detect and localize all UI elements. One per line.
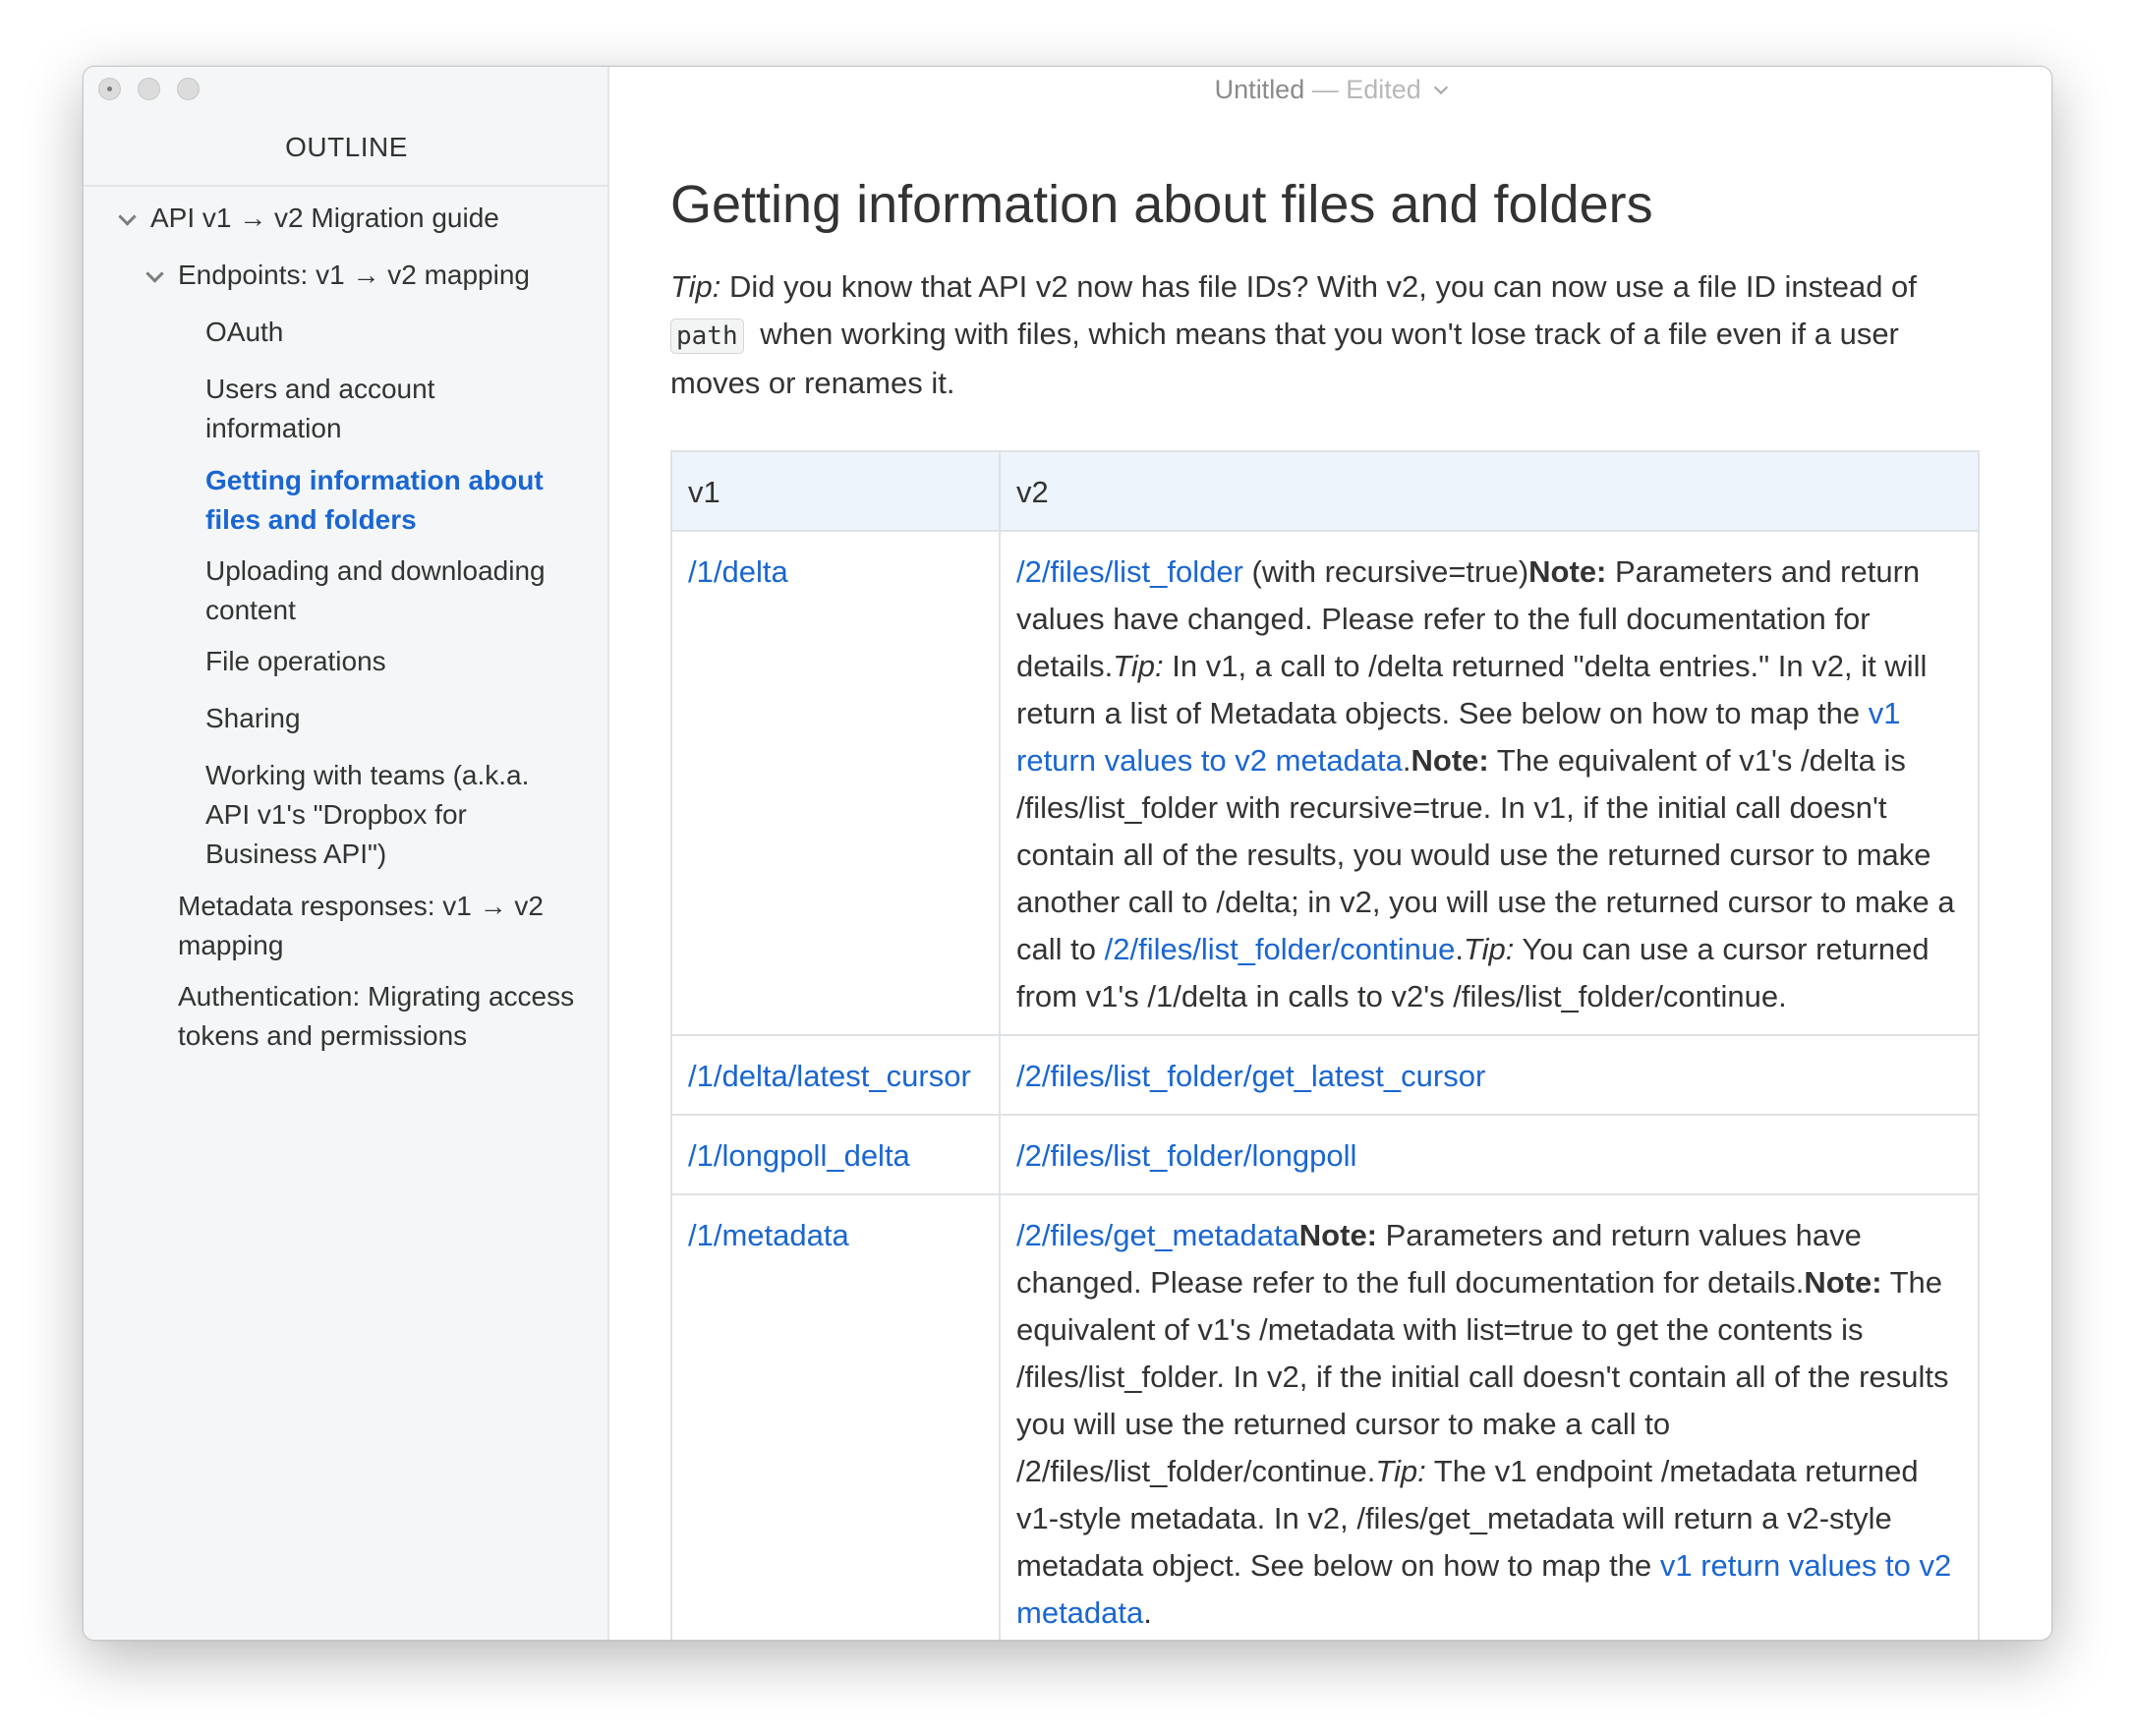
window-title[interactable]: Untitled — Edited — [609, 75, 2051, 105]
v1-cell: /1/delta/latest_cursor — [670, 1034, 1001, 1116]
table-row: /1/longpoll_delta /2/files/list_folder/l… — [670, 1114, 1980, 1195]
table-row: /1/metadata /2/files/get_metadataNote: P… — [670, 1193, 1980, 1640]
v2-cell: /2/files/list_folder/get_latest_cursor — [999, 1034, 1980, 1116]
outline-item-authentication[interactable]: Authentication: Migrating access tokens … — [178, 977, 591, 1056]
outline-item-oauth[interactable]: OAuth — [205, 313, 283, 352]
chevron-down-icon[interactable] — [1434, 80, 1449, 95]
table-row: /1/delta/latest_cursor /2/files/list_fol… — [670, 1034, 1980, 1116]
outline-item-uploading[interactable]: Uploading and downloading content — [205, 551, 569, 630]
column-header-v1: v1 — [670, 450, 1001, 532]
outline-heading: OUTLINE — [285, 132, 408, 162]
endpoint-link[interactable]: /1/delta/latest_cursor — [688, 1059, 971, 1093]
document-content[interactable]: Getting information about files and fold… — [670, 165, 1987, 1640]
outline-item-files-folders[interactable]: Getting information about files and fold… — [205, 461, 569, 540]
app-window: OUTLINE API v1 → v2 Migration guide Endp… — [83, 66, 2052, 1641]
endpoint-link[interactable]: /1/delta — [688, 554, 788, 589]
tip-paragraph: Tip: Did you know that API v2 now has fi… — [670, 263, 1987, 407]
chevron-down-icon[interactable] — [118, 207, 137, 226]
endpoint-link[interactable]: /2/files/list_folder/get_latest_cursor — [1016, 1059, 1485, 1093]
outline-item-endpoints-mapping[interactable]: Endpoints: v1 → v2 mapping — [178, 256, 530, 295]
window-controls — [98, 78, 200, 100]
edited-status: — Edited — [1311, 75, 1421, 104]
outline-sidebar: OUTLINE API v1 → v2 Migration guide Endp… — [84, 67, 609, 1640]
v1-cell: /1/metadata — [670, 1193, 1001, 1640]
chevron-down-icon[interactable] — [145, 264, 164, 283]
mapping-table: v1 v2 /1/delta /2/files/list_folder (wit… — [670, 450, 1980, 1640]
document-title: Untitled — [1214, 75, 1305, 104]
close-window-button[interactable] — [98, 78, 121, 100]
endpoint-link[interactable]: /2/files/list_folder/longpoll — [1016, 1138, 1356, 1173]
outline-item-sharing[interactable]: Sharing — [205, 699, 301, 738]
endpoint-link[interactable]: /2/files/get_metadata — [1016, 1218, 1299, 1252]
tip-text: Did you know that API v2 now has file ID… — [720, 269, 1917, 304]
endpoint-link[interactable]: /1/longpoll_delta — [688, 1138, 910, 1173]
endpoint-link[interactable]: /2/files/list_folder/continue — [1105, 932, 1456, 966]
tip-label: Tip: — [670, 269, 721, 304]
minimize-window-button[interactable] — [138, 78, 160, 100]
page-title: Getting information about files and fold… — [670, 175, 1653, 234]
v2-cell: /2/files/get_metadataNote: Parameters an… — [999, 1193, 1980, 1640]
outline-item-file-operations[interactable]: File operations — [205, 642, 386, 681]
outline-item-migration-guide[interactable]: API v1 → v2 Migration guide — [150, 199, 499, 238]
endpoint-link[interactable]: /2/files/list_folder — [1016, 554, 1243, 589]
inline-code: path — [670, 318, 744, 354]
zoom-window-button[interactable] — [177, 78, 200, 100]
tip-text: when working with files, which means tha… — [670, 317, 1899, 400]
v2-cell: /2/files/list_folder (with recursive=tru… — [999, 530, 1980, 1036]
divider — [84, 185, 609, 187]
v1-cell: /1/delta — [670, 530, 1001, 1036]
table-header-row: v1 v2 — [670, 450, 1980, 532]
table-row: /1/delta /2/files/list_folder (with recu… — [670, 530, 1980, 1036]
outline-item-users-account[interactable]: Users and account information — [205, 370, 569, 448]
v2-cell: /2/files/list_folder/longpoll — [999, 1114, 1980, 1195]
v1-cell: /1/longpoll_delta — [670, 1114, 1001, 1195]
outline-item-teams[interactable]: Working with teams (a.k.a. API v1's "Dro… — [205, 756, 569, 874]
column-header-v2: v2 — [999, 450, 1980, 532]
endpoint-link[interactable]: /1/metadata — [688, 1218, 849, 1252]
outline-item-metadata-responses[interactable]: Metadata responses: v1 → v2 mapping — [178, 887, 571, 965]
